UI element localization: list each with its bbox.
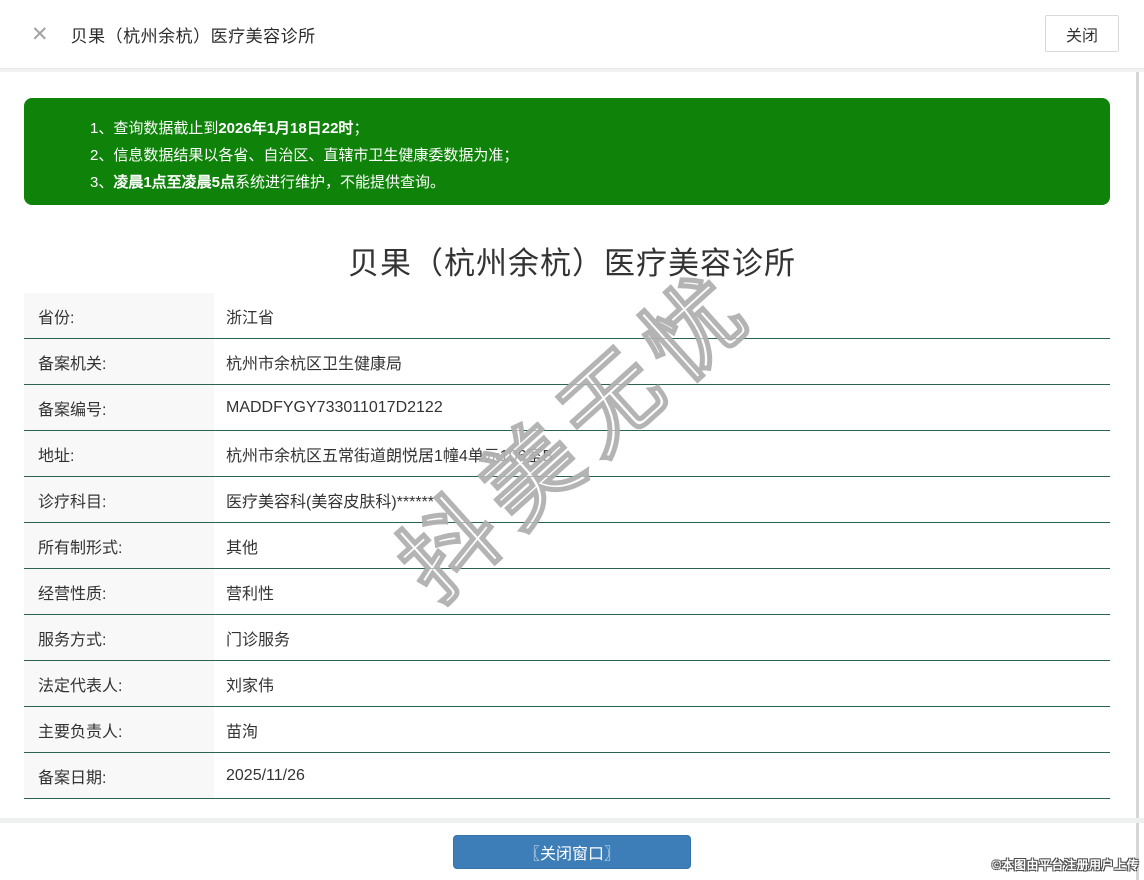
upload-credit-text: ©本图由平台注册用户上传 [992,856,1139,873]
page: ✕ 贝果（杭州余杭）医疗美容诊所 关闭 1、查询数据截止到2026年1月18日2… [0,0,1144,880]
field-value: 2025/11/26 [214,753,1110,798]
field-label: 法定代表人: [24,661,214,706]
header-divider [0,68,1144,72]
notice-line-3: 3、凌晨1点至凌晨5点系统进行维护，不能提供查询。 [90,169,1090,196]
notice-line-1: 1、查询数据截止到2026年1月18日22时； [90,115,1090,142]
table-row-address: 地址: 杭州市余杭区五常街道朗悦居1幢4单元106室B [24,431,1110,477]
footer-divider [0,818,1144,823]
field-value: 苗洵 [214,707,1110,752]
table-row-registration-date: 备案日期: 2025/11/26 [24,753,1110,799]
notice-box: 1、查询数据截止到2026年1月18日22时； 2、信息数据结果以各省、自治区、… [24,98,1110,205]
table-row-ownership-form: 所有制形式: 其他 [24,523,1110,569]
field-value: 杭州市余杭区卫生健康局 [214,339,1110,384]
table-row-business-nature: 经营性质: 营利性 [24,569,1110,615]
field-label: 经营性质: [24,569,214,614]
clinic-title: 贝果（杭州余杭）医疗美容诊所 [0,238,1144,283]
table-row-legal-representative: 法定代表人: 刘家伟 [24,661,1110,707]
field-label: 备案日期: [24,753,214,798]
info-table: 省份: 浙江省 备案机关: 杭州市余杭区卫生健康局 备案编号: MADDFYGY… [24,293,1110,799]
close-button[interactable]: 关闭 [1045,15,1119,52]
table-row-medical-subjects: 诊疗科目: 医疗美容科(美容皮肤科)****** [24,477,1110,523]
field-value: 浙江省 [214,293,1110,338]
field-label: 地址: [24,431,214,476]
right-edge-border [1136,72,1139,880]
field-label: 诊疗科目: [24,477,214,522]
field-label: 主要负责人: [24,707,214,752]
page-title: 贝果（杭州余杭）医疗美容诊所 [71,22,316,47]
field-label: 服务方式: [24,615,214,660]
table-row-province: 省份: 浙江省 [24,293,1110,339]
table-row-registration-authority: 备案机关: 杭州市余杭区卫生健康局 [24,339,1110,385]
field-value: 杭州市余杭区五常街道朗悦居1幢4单元106室B [214,431,1110,476]
close-window-button[interactable]: 〖关闭窗口〗 [453,835,691,869]
field-value: 医疗美容科(美容皮肤科)****** [214,477,1110,522]
field-value: 营利性 [214,569,1110,614]
field-value: 其他 [214,523,1110,568]
table-row-service-mode: 服务方式: 门诊服务 [24,615,1110,661]
footer: 〖关闭窗口〗 [0,835,1144,869]
notice-line-2: 2、信息数据结果以各省、自治区、直辖市卫生健康委数据为准； [90,142,1090,169]
field-value: MADDFYGY733011017D2122 [214,385,1110,430]
table-row-registration-number: 备案编号: MADDFYGY733011017D2122 [24,385,1110,431]
field-label: 备案编号: [24,385,214,430]
header-bar: ✕ 贝果（杭州余杭）医疗美容诊所 关闭 [0,0,1144,68]
field-label: 省份: [24,293,214,338]
field-value: 刘家伟 [214,661,1110,706]
field-value: 门诊服务 [214,615,1110,660]
field-label: 备案机关: [24,339,214,384]
close-icon[interactable]: ✕ [31,24,49,45]
field-label: 所有制形式: [24,523,214,568]
table-row-main-person-in-charge: 主要负责人: 苗洵 [24,707,1110,753]
